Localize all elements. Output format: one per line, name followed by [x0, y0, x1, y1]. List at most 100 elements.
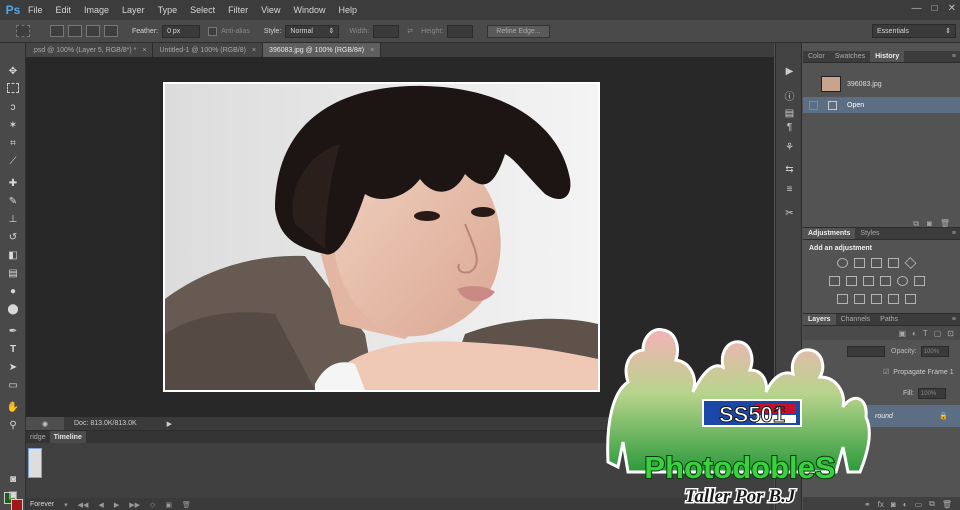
levels-icon[interactable] — [854, 258, 865, 268]
healing-brush-icon[interactable]: ✚ — [5, 177, 21, 191]
info-icon[interactable]: ⓘ — [782, 91, 797, 105]
layer-mask-icon[interactable]: ◙ — [891, 500, 896, 509]
width-input[interactable] — [373, 24, 400, 38]
intersect-selection-icon[interactable] — [104, 25, 118, 37]
play-actions-icon[interactable]: ▶ — [782, 65, 797, 79]
menu-help[interactable]: Help — [338, 5, 357, 15]
brush-presets-icon[interactable]: ⚘ — [782, 141, 797, 155]
screen-mode-icon[interactable]: ▣ — [5, 489, 21, 503]
doc-tab-untitled[interactable]: Untitled-1 @ 100% (RGB/8) × — [153, 43, 264, 57]
hand-tool-icon[interactable]: ✋ — [5, 401, 21, 415]
paragraph-icon[interactable]: ¶ — [782, 121, 797, 135]
crop-tool-icon[interactable]: ⌗ — [5, 137, 21, 151]
move-tool-icon[interactable]: ✥ — [5, 65, 21, 79]
tab-timeline[interactable]: Timeline — [49, 431, 86, 443]
doc-tab-396083[interactable]: 396083.jpg @ 100% (RGB/8#) × — [263, 43, 382, 57]
minimize-icon[interactable]: — — [912, 3, 922, 14]
lasso-tool-icon[interactable]: ↄ — [5, 101, 21, 115]
tab-color[interactable]: Color — [803, 51, 830, 62]
fill-input[interactable]: 100% — [917, 388, 946, 399]
close-tab-icon[interactable]: × — [252, 47, 256, 54]
pen-tool-icon[interactable]: ✒ — [5, 325, 21, 339]
status-menu-arrow-icon[interactable]: ▶ — [167, 420, 172, 428]
panel-menu-icon[interactable]: ≡ — [952, 51, 960, 62]
history-checkbox[interactable] — [809, 100, 818, 110]
panel-menu-icon[interactable]: ≡ — [952, 314, 960, 325]
maximize-icon[interactable]: □ — [932, 3, 938, 14]
photo-filter-icon[interactable] — [880, 276, 891, 286]
filter-smart-icon[interactable]: ⊡ — [947, 329, 954, 338]
clone-source-icon[interactable]: ⇆ — [782, 163, 797, 177]
duplicate-frame-icon[interactable]: ▣ — [165, 501, 172, 509]
subtract-selection-icon[interactable] — [86, 25, 100, 37]
filter-pixel-icon[interactable]: ▣ — [898, 329, 906, 338]
tab-history[interactable]: History — [870, 51, 905, 62]
history-brush-icon[interactable]: ↺ — [5, 231, 21, 245]
style-select[interactable]: Normal ⇕ — [285, 24, 340, 38]
color-lookup-icon[interactable] — [914, 276, 925, 286]
filter-shape-icon[interactable]: ▢ — [934, 329, 942, 338]
timeline-frame-1[interactable] — [28, 448, 42, 478]
history-item-open[interactable]: Open — [803, 97, 960, 113]
vibrance-icon[interactable] — [904, 257, 917, 269]
clone-stamp-icon[interactable]: ⊥ — [5, 213, 21, 227]
workspace-select[interactable]: Essentials ⇕ — [872, 24, 956, 38]
new-selection-icon[interactable] — [50, 25, 64, 37]
brush-tool-icon[interactable]: ✎ — [5, 195, 21, 209]
prev-frame-icon[interactable]: ◀ — [98, 501, 103, 509]
close-tab-icon[interactable]: × — [142, 47, 146, 54]
filter-adjustment-icon[interactable]: ◐ — [912, 329, 917, 338]
opacity-input[interactable]: 100% — [920, 346, 949, 357]
selective-color-icon[interactable] — [905, 294, 916, 304]
gradient-map-icon[interactable] — [888, 294, 899, 304]
height-input[interactable] — [447, 24, 474, 38]
menu-edit[interactable]: Edit — [56, 5, 72, 15]
chevron-down-icon[interactable]: ▾ — [64, 501, 68, 509]
document-photo[interactable] — [163, 82, 600, 392]
add-selection-icon[interactable] — [68, 25, 82, 37]
tab-swatches[interactable]: Swatches — [830, 51, 870, 62]
magic-wand-icon[interactable]: ✶ — [5, 119, 21, 133]
threshold-icon[interactable] — [871, 294, 882, 304]
trash-icon[interactable]: 🗑 — [182, 501, 191, 509]
feather-input[interactable]: 0 px — [162, 24, 201, 38]
tab-styles[interactable]: Styles — [855, 228, 884, 239]
checkbox-icon[interactable]: ☑ — [883, 368, 889, 376]
doc-tab-layer5[interactable]: .psd @ 100% (Layer 5, RGB/8*) * × — [26, 43, 154, 57]
path-selection-icon[interactable]: ➤ — [5, 361, 21, 375]
play-icon[interactable]: ▶ — [114, 501, 119, 509]
channel-mixer-icon[interactable] — [897, 276, 908, 286]
menu-filter[interactable]: Filter — [228, 5, 248, 15]
rectangle-tool-icon[interactable]: ▭ — [5, 379, 21, 393]
first-frame-icon[interactable]: ◀◀ — [78, 501, 89, 509]
menu-select[interactable]: Select — [190, 5, 215, 15]
new-group-icon[interactable]: ▭ — [915, 500, 923, 509]
loop-select[interactable]: Forever — [30, 501, 54, 508]
tween-icon[interactable]: ◇ — [150, 501, 155, 509]
hue-saturation-icon[interactable] — [829, 276, 840, 286]
invert-icon[interactable] — [837, 294, 848, 304]
gradient-tool-icon[interactable]: ▤ — [5, 267, 21, 281]
panel-menu-icon[interactable]: ≡ — [952, 228, 960, 239]
color-balance-icon[interactable] — [846, 276, 857, 286]
new-adjustment-icon[interactable]: ◐ — [903, 500, 908, 509]
trash-icon[interactable]: 🗑 — [942, 500, 952, 509]
layer-comps-icon[interactable]: ▤ — [782, 107, 797, 121]
quick-mask-icon[interactable]: ◙ — [5, 473, 21, 487]
close-tab-icon[interactable]: × — [370, 47, 374, 54]
new-layer-icon[interactable]: ⧉ — [929, 499, 935, 509]
menu-file[interactable]: File — [28, 5, 43, 15]
refine-edge-button[interactable]: Refine Edge... — [487, 24, 550, 38]
posterize-icon[interactable] — [854, 294, 865, 304]
properties-icon[interactable]: ≡ — [782, 183, 797, 197]
dodge-tool-icon[interactable]: ⬤ — [5, 303, 21, 317]
eraser-icon[interactable]: ◧ — [5, 249, 21, 263]
blur-tool-icon[interactable]: ● — [5, 285, 21, 299]
tools-preset-icon[interactable]: ✂ — [782, 207, 797, 221]
type-tool-icon[interactable]: T — [5, 343, 21, 357]
marquee-tool-icon[interactable] — [16, 25, 30, 37]
exposure-icon[interactable] — [888, 258, 899, 268]
tab-adjustments[interactable]: Adjustments — [803, 228, 856, 239]
menu-window[interactable]: Window — [293, 5, 325, 15]
black-white-icon[interactable] — [863, 276, 874, 286]
